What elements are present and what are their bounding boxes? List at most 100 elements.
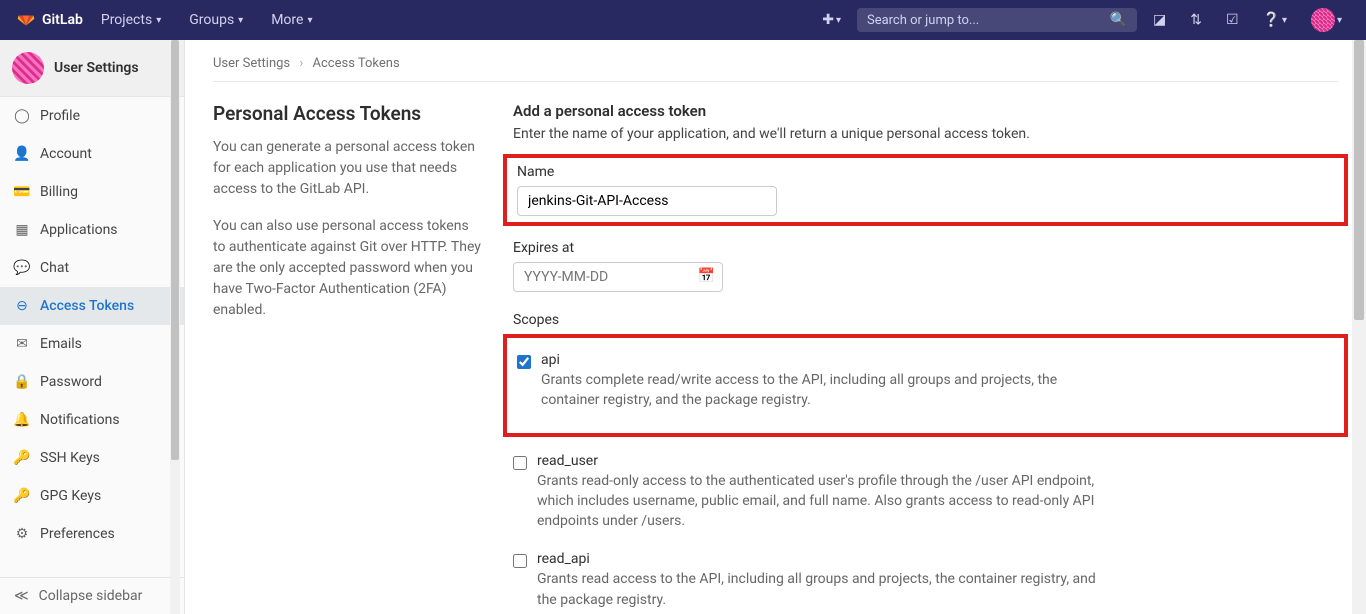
sidebar-item-chat[interactable]: 💬 Chat <box>0 249 184 287</box>
sidebar-item-preferences[interactable]: ⚙ Preferences <box>0 515 184 553</box>
todos-icon[interactable]: ☑ <box>1218 8 1247 32</box>
sidebar-item-label: Account <box>40 146 92 162</box>
plus-button[interactable]: ✚▾ <box>814 8 849 32</box>
brand-text: GitLab <box>42 12 83 28</box>
scope-api-desc: Grants complete read/write access to the… <box>541 370 1101 411</box>
sidebar-item-billing[interactable]: 💳 Billing <box>0 173 184 211</box>
billing-icon: 💳 <box>14 184 30 200</box>
key-icon: 🔑 <box>14 488 30 504</box>
email-icon: ✉ <box>14 336 30 352</box>
scope-api-checkbox[interactable] <box>517 355 531 369</box>
sidebar-item-gpg-keys[interactable]: 🔑 GPG Keys <box>0 477 184 515</box>
scope-api-label: api <box>541 352 1101 368</box>
tanuki-icon <box>16 8 36 32</box>
nav-projects[interactable]: Projects▾ <box>91 8 171 32</box>
sidebar-item-label: Profile <box>40 108 80 124</box>
key-icon: 🔑 <box>14 450 30 466</box>
nav-groups[interactable]: Groups▾ <box>179 8 253 32</box>
bell-icon: 🔔 <box>14 412 30 428</box>
sidebar-item-access-tokens[interactable]: ⊖ Access Tokens <box>0 287 184 325</box>
scopes-label: Scopes <box>513 312 1338 328</box>
name-highlight: Name <box>503 154 1348 226</box>
sidebar-title: User Settings <box>54 60 139 76</box>
search-icon: 🔍 <box>1110 12 1127 28</box>
sidebar-item-applications[interactable]: ▦ Applications <box>0 211 184 249</box>
page-intro: Personal Access Tokens You can generate … <box>213 102 483 614</box>
sidebar-item-ssh-keys[interactable]: 🔑 SSH Keys <box>0 439 184 477</box>
nav-more[interactable]: More▾ <box>261 8 322 32</box>
scope-read-user-label: read_user <box>537 453 1097 469</box>
page-desc1: You can generate a personal access token… <box>213 137 483 200</box>
scope-read-user-desc: Grants read-only access to the authentic… <box>537 471 1097 532</box>
sidebar: User Settings ◯ Profile 👤 Account 💳 Billing ▦ A… <box>0 40 185 614</box>
collapse-label: Collapse sidebar <box>39 588 143 604</box>
prefs-icon: ⚙ <box>14 526 30 542</box>
page-scrollbar[interactable] <box>1352 40 1366 614</box>
topbar: GitLab Projects▾ Groups▾ More▾ ✚▾ 🔍 ◪ ⇅ … <box>0 0 1366 40</box>
breadcrumb-current: Access Tokens <box>313 56 400 71</box>
sidebar-item-label: SSH Keys <box>40 450 100 466</box>
sidebar-item-label: Notifications <box>40 412 120 428</box>
calendar-icon[interactable]: 📅 <box>698 268 715 284</box>
api-scope-highlight: api Grants complete read/write access to… <box>503 334 1348 437</box>
lock-icon: 🔒 <box>14 374 30 390</box>
sidebar-scrollbar[interactable] <box>170 40 180 614</box>
sidebar-collapse[interactable]: ≪ Collapse sidebar <box>0 577 184 614</box>
expires-input[interactable] <box>513 262 723 292</box>
sidebar-item-profile[interactable]: ◯ Profile <box>0 97 184 135</box>
profile-icon: ◯ <box>14 108 30 124</box>
chevron-down-icon: ▾ <box>836 15 841 26</box>
sidebar-item-label: Applications <box>40 222 118 238</box>
scope-read-api-label: read_api <box>537 551 1097 567</box>
sidebar-item-emails[interactable]: ✉ Emails <box>0 325 184 363</box>
scope-read-api: read_api Grants read access to the API, … <box>513 545 1338 614</box>
user-menu[interactable]: ▾ <box>1303 4 1350 36</box>
apps-icon: ▦ <box>14 222 30 238</box>
chat-icon: 💬 <box>14 260 30 276</box>
issues-icon[interactable]: ◪ <box>1145 8 1174 32</box>
avatar <box>1311 8 1335 32</box>
sidebar-item-notifications[interactable]: 🔔 Notifications <box>0 401 184 439</box>
form-heading: Add a personal access token <box>513 102 1338 120</box>
merge-requests-icon[interactable]: ⇅ <box>1182 8 1210 32</box>
page-title: Personal Access Tokens <box>213 102 483 125</box>
token-form: Add a personal access token Enter the na… <box>513 102 1338 614</box>
gitlab-logo[interactable]: GitLab <box>16 8 83 32</box>
name-label: Name <box>517 164 1334 180</box>
breadcrumb-sep: › <box>299 56 303 71</box>
sidebar-item-label: Preferences <box>40 526 115 542</box>
scope-read-api-checkbox[interactable] <box>513 554 527 568</box>
help-icon[interactable]: ❔▾ <box>1255 8 1295 32</box>
sidebar-item-label: Emails <box>40 336 82 352</box>
content: User Settings › Access Tokens Personal A… <box>185 40 1366 614</box>
scope-read-api-desc: Grants read access to the API, including… <box>537 569 1097 610</box>
chevron-down-icon: ▾ <box>156 15 161 26</box>
collapse-icon: ≪ <box>14 588 29 604</box>
name-input[interactable] <box>517 186 777 216</box>
page-desc2: You can also use personal access tokens … <box>213 216 483 321</box>
sidebar-item-account[interactable]: 👤 Account <box>0 135 184 173</box>
chevron-down-icon: ▾ <box>1282 15 1287 26</box>
sidebar-item-password[interactable]: 🔒 Password <box>0 363 184 401</box>
scope-api: api Grants complete read/write access to… <box>517 346 1334 425</box>
sidebar-avatar <box>12 52 44 84</box>
search-box[interactable]: 🔍 <box>857 8 1137 32</box>
sidebar-item-label: Chat <box>40 260 69 276</box>
sidebar-item-label: Password <box>40 374 102 390</box>
breadcrumb-root[interactable]: User Settings <box>213 56 290 71</box>
sidebar-header: User Settings <box>0 40 184 97</box>
sidebar-item-label: Billing <box>40 184 78 200</box>
plus-icon: ✚ <box>822 12 834 28</box>
breadcrumb: User Settings › Access Tokens <box>213 56 1338 82</box>
search-input[interactable] <box>867 13 1104 28</box>
chevron-down-icon: ▾ <box>1337 15 1342 26</box>
chevron-down-icon: ▾ <box>238 15 243 26</box>
expires-label: Expires at <box>513 240 1338 256</box>
scope-read-user-checkbox[interactable] <box>513 456 527 470</box>
scope-read-user: read_user Grants read-only access to the… <box>513 447 1338 546</box>
sidebar-item-label: Access Tokens <box>40 298 134 314</box>
account-icon: 👤 <box>14 146 30 162</box>
chevron-down-icon: ▾ <box>307 15 312 26</box>
token-icon: ⊖ <box>14 298 30 314</box>
sidebar-item-label: GPG Keys <box>40 488 101 504</box>
